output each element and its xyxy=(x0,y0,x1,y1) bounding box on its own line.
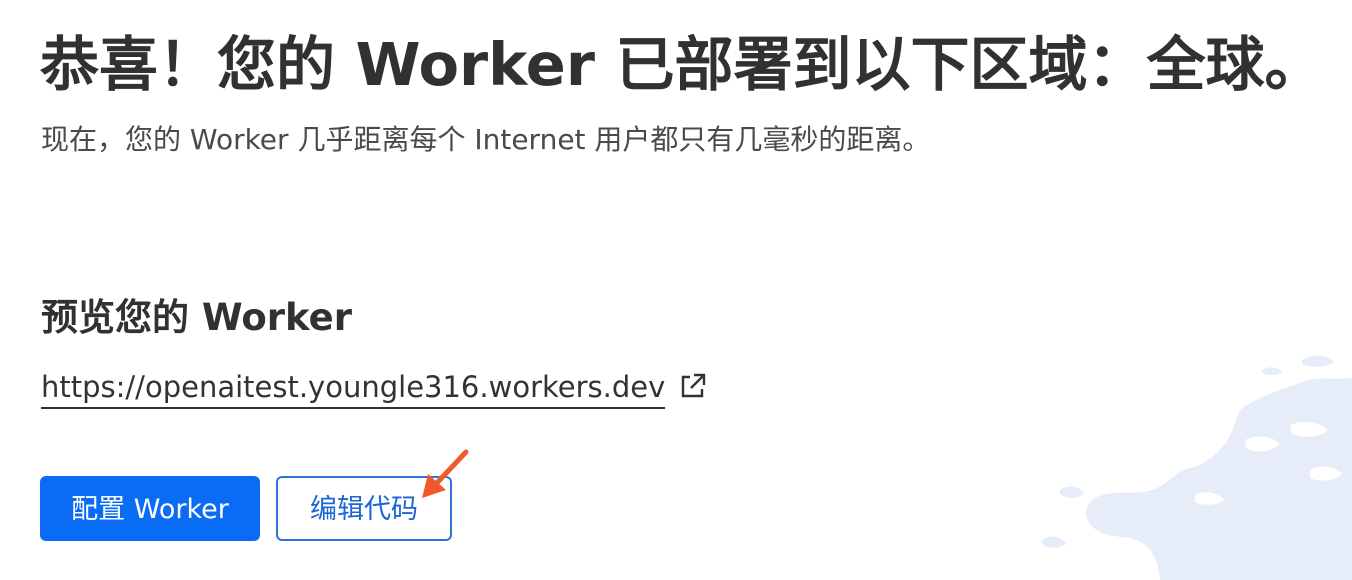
page-title: 恭喜！您的 Worker 已部署到以下区域：全球。 xyxy=(40,30,1324,99)
preview-heading: 预览您的 Worker xyxy=(41,296,352,339)
configure-worker-button[interactable]: 配置 Worker xyxy=(40,476,260,541)
external-link-icon[interactable] xyxy=(679,372,707,400)
worker-url-link[interactable]: https://openaitest.youngle316.workers.de… xyxy=(41,368,666,409)
worker-url-row: https://openaitest.youngle316.workers.de… xyxy=(41,368,707,410)
page-subtitle: 现在，您的 Worker 几乎距离每个 Internet 用户都只有几毫秒的距离… xyxy=(41,123,931,156)
world-map-decoration xyxy=(1042,355,1352,580)
annotation-arrow xyxy=(422,449,469,498)
